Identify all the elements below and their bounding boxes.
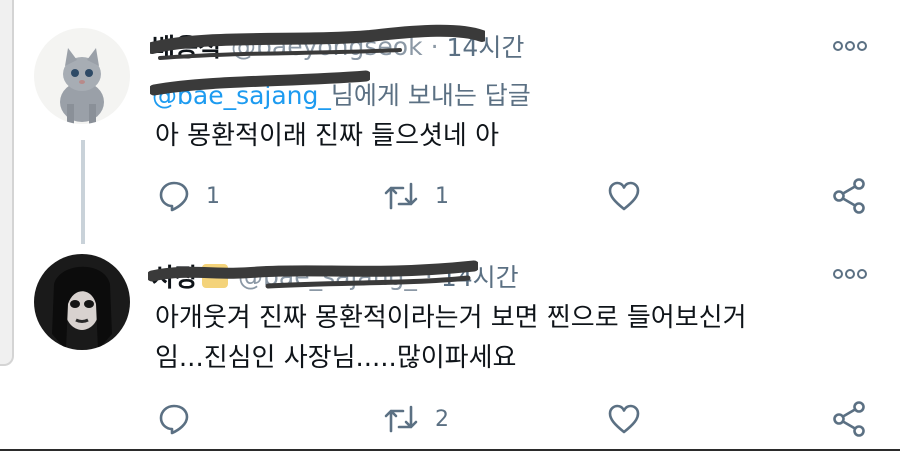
- share-button[interactable]: [832, 401, 866, 437]
- kitten-avatar-icon: [34, 28, 130, 124]
- reply-button[interactable]: 1: [158, 180, 220, 212]
- retweet-button[interactable]: 1: [383, 180, 449, 212]
- reply-button[interactable]: [158, 403, 206, 435]
- retweet-icon: [384, 182, 418, 210]
- retweet-count: 1: [435, 183, 449, 209]
- reply-bubble-icon: [159, 404, 189, 435]
- retweet-count: 2: [435, 406, 449, 432]
- retweet-icon: [384, 405, 418, 433]
- redaction-scribble: [150, 24, 485, 60]
- tweet-2[interactable]: 사장 @bae_sajang_ · 14시간 아개웃겨 진짜 몽환적이라는거 보…: [0, 240, 900, 451]
- more-dots-icon[interactable]: [832, 40, 868, 52]
- tweet-text: 아개웃겨 진짜 몽환적이라는거 보면 찐으로 들어보신거 임...진심인 사장님…: [155, 303, 747, 373]
- redaction-scribble: [148, 260, 478, 289]
- reply-count: 1: [206, 183, 220, 209]
- more-dots-icon[interactable]: [832, 268, 868, 280]
- tweet-text: 아 몽환적이래 진짜 들으셧네 아: [155, 121, 500, 151]
- reply-bubble-icon: [159, 181, 189, 212]
- heart-icon: [608, 181, 640, 211]
- tweet-1[interactable]: 배용석 @baeyongseok · 14시간 @bae_sajang_님에게 …: [0, 0, 900, 240]
- like-button[interactable]: [607, 403, 657, 435]
- redaction-scribble: [150, 70, 370, 96]
- heart-icon: [608, 404, 640, 434]
- share-icon: [833, 401, 865, 437]
- avatar[interactable]: [34, 254, 130, 350]
- retweet-button[interactable]: 2: [383, 403, 449, 435]
- avatar[interactable]: [34, 28, 130, 124]
- like-button[interactable]: [607, 180, 657, 212]
- share-icon: [833, 178, 865, 214]
- portrait-avatar-icon: [34, 254, 130, 350]
- share-button[interactable]: [832, 178, 866, 214]
